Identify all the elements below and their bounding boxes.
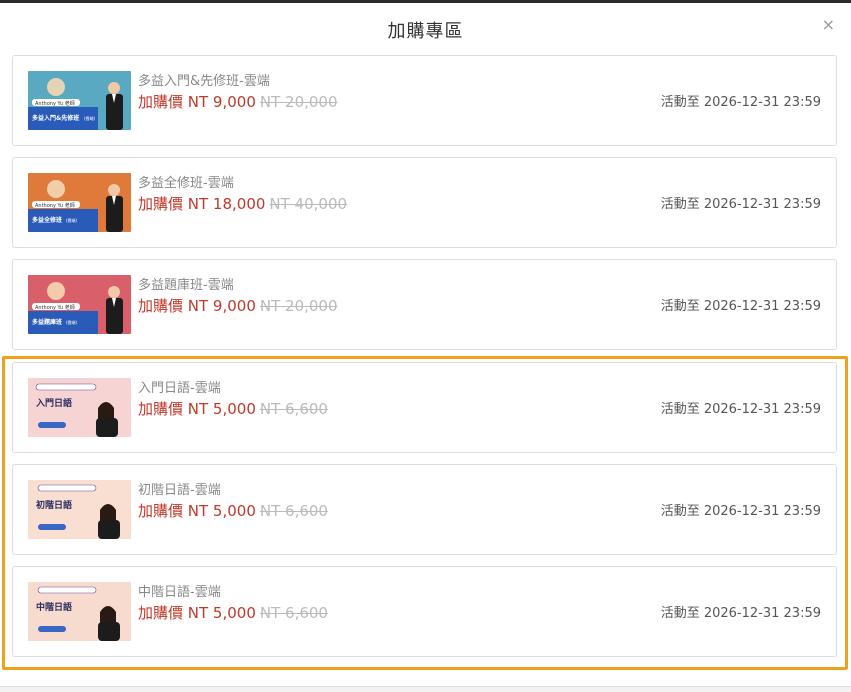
course-thumbnail: Anthony Yu 老師 多益全修班 (雲端) bbox=[28, 173, 131, 232]
deadline: 活動至 2026-12-31 23:59 bbox=[660, 402, 821, 417]
product-card[interactable]: 初階日語 初階日語-雲端 加購價 NT 5,000 NT 6,600 活動至 20… bbox=[12, 464, 837, 555]
course-thumbnail: 初階日語 bbox=[28, 480, 131, 539]
course-thumbnail: Anthony Yu 老師 多益入門&先修班 (雲端) bbox=[28, 71, 131, 130]
addon-price: 加購價 NT 9,000 bbox=[138, 93, 256, 111]
addon-price: 加購價 NT 5,000 bbox=[138, 400, 256, 418]
product-card[interactable]: Anthony Yu 老師 多益全修班 (雲端) 多益全修班-雲端 加購價 NT… bbox=[12, 157, 837, 248]
thumb-caption: 初階日語 bbox=[36, 499, 72, 511]
addon-modal: 加購專區 × Anthony Yu 老師 多益入門&先修班 (雲端) 多益入門&… bbox=[0, 3, 851, 692]
product-card[interactable]: 入門日語 入門日語-雲端 加購價 NT 5,000 NT 6,600 活動至 20… bbox=[12, 362, 837, 453]
thumb-caption: 多益題庫班 bbox=[32, 318, 62, 326]
thumb-caption: 入門日語 bbox=[35, 397, 72, 409]
product-name: 多益入門&先修班-雲端 bbox=[138, 74, 270, 89]
deadline: 活動至 2026-12-31 23:59 bbox=[660, 606, 821, 621]
product-card[interactable]: Anthony Yu 老師 多益題庫班 (雲端) 多益題庫班-雲端 加購價 NT… bbox=[12, 259, 837, 350]
thumb-tag: (雲端) bbox=[66, 319, 78, 325]
deadline: 活動至 2026-12-31 23:59 bbox=[660, 197, 821, 212]
badge-text: Anthony Yu 老師 bbox=[35, 100, 75, 107]
addon-price: 加購價 NT 5,000 bbox=[138, 502, 256, 520]
product-name: 入門日語-雲端 bbox=[138, 381, 221, 396]
product-card[interactable]: 中階日語 中階日語-雲端 加購價 NT 5,000 NT 6,600 活動至 20… bbox=[12, 566, 837, 657]
thumb-tag: (雲端) bbox=[66, 217, 78, 223]
product-name: 中階日語-雲端 bbox=[138, 585, 221, 600]
addon-price: 加購價 NT 9,000 bbox=[138, 297, 256, 315]
thumb-tag: (雲端) bbox=[84, 115, 96, 121]
original-price: NT 20,000 bbox=[259, 93, 338, 111]
original-price: NT 6,600 bbox=[259, 400, 328, 418]
badge-text: Anthony Yu 老師 bbox=[35, 304, 75, 311]
addon-price: 加購價 NT 18,000 bbox=[138, 195, 266, 213]
course-thumbnail: 中階日語 bbox=[28, 582, 131, 641]
deadline: 活動至 2026-12-31 23:59 bbox=[660, 504, 821, 519]
badge-text: Anthony Yu 老師 bbox=[35, 202, 75, 209]
thumb-caption: 多益全修班 bbox=[32, 216, 62, 224]
addon-price: 加購價 NT 5,000 bbox=[138, 604, 256, 622]
product-name: 多益全修班-雲端 bbox=[138, 176, 234, 191]
course-thumbnail: 入門日語 bbox=[28, 378, 131, 437]
original-price: NT 6,600 bbox=[259, 502, 328, 520]
course-thumbnail: Anthony Yu 老師 多益題庫班 (雲端) bbox=[28, 275, 131, 334]
deadline: 活動至 2026-12-31 23:59 bbox=[660, 299, 821, 314]
close-icon[interactable]: × bbox=[822, 17, 835, 33]
deadline: 活動至 2026-12-31 23:59 bbox=[660, 95, 821, 110]
product-name: 多益題庫班-雲端 bbox=[138, 278, 234, 293]
original-price: NT 40,000 bbox=[269, 195, 348, 213]
original-price: NT 20,000 bbox=[259, 297, 338, 315]
product-name: 初階日語-雲端 bbox=[138, 483, 221, 498]
modal-title: 加購專區 bbox=[387, 21, 464, 42]
product-card[interactable]: Anthony Yu 老師 多益入門&先修班 (雲端) 多益入門&先修班-雲端 … bbox=[12, 55, 837, 146]
thumb-caption: 中階日語 bbox=[36, 601, 72, 613]
original-price: NT 6,600 bbox=[259, 604, 328, 622]
thumb-caption: 多益入門&先修班 bbox=[32, 114, 79, 122]
modal-bottom-edge bbox=[0, 686, 851, 692]
